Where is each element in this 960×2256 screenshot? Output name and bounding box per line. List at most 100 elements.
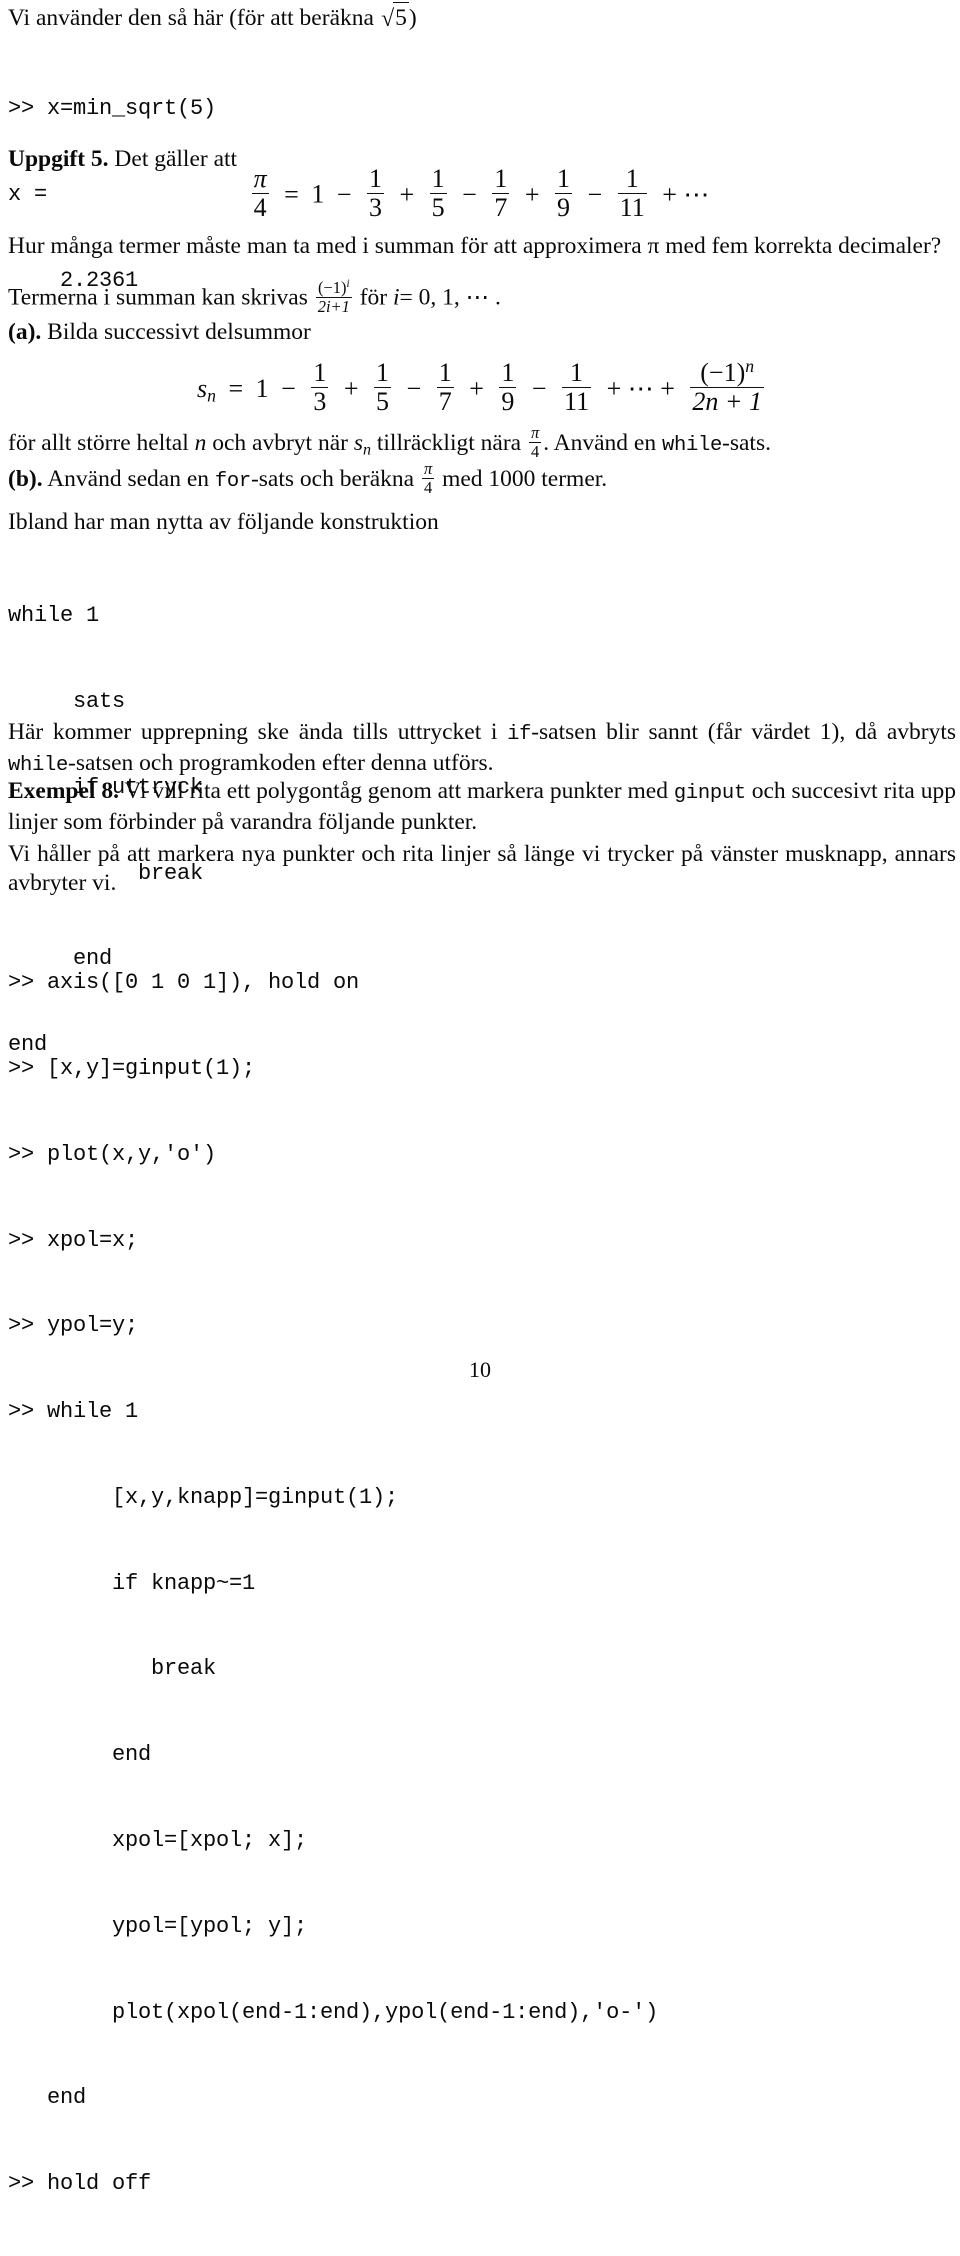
equation-partial-sum: sn = 1 − 13 + 15 − 17 + 19 − 1 11 + ⋯ + (… <box>8 356 956 417</box>
fraction-general-term: (−1)i 2i+1 <box>315 278 352 316</box>
code-line: break <box>8 1656 217 1682</box>
example-label: Exempel 8. <box>8 778 119 804</box>
exercise-question: Hur många termer måste man ta med i summ… <box>8 233 942 259</box>
term-operator: + <box>469 373 484 403</box>
example-paragraph-1: Exempel 8. Vi vill rita ett polygontåg g… <box>8 777 956 837</box>
code-keyword-ginput: ginput <box>673 782 746 805</box>
console-line: >> x=min_sqrt(5) <box>8 96 217 122</box>
code-line: while 1 <box>8 603 100 629</box>
code-line: >> xpol=x; <box>8 1227 139 1253</box>
part-b-text-1: Använd sedan en <box>47 465 215 492</box>
fraction-pi-4-inline: π4 <box>528 424 542 461</box>
code-line: xpol=[xpol; x]; <box>8 1828 308 1853</box>
fraction-term: 15 <box>429 164 447 223</box>
code-line: plot(xpol(end-1:end),ypol(end-1:end),'o-… <box>8 1999 659 2025</box>
construction-intro: Ibland har man nytta av följande konstru… <box>8 509 439 535</box>
page-number: 10 <box>469 1357 491 1382</box>
fraction-numerator: 1 <box>376 358 390 388</box>
part-b-text-3: med 1000 termer. <box>436 465 608 492</box>
variable-n: n <box>194 429 207 456</box>
fraction-denominator: 5 <box>429 193 447 223</box>
fraction-denominator: 5 <box>374 387 392 417</box>
part-b-label: (b). <box>8 465 43 492</box>
code-line: sats <box>8 688 126 714</box>
equation-pi-over-4: π 4 = 1 − 13 + 15 − 17 + 19 − 1 11 + ⋯ <box>8 164 956 223</box>
document-page: Vi använder den så här (för att beräkna … <box>0 0 960 2196</box>
fraction-numerator: 1 <box>557 164 570 193</box>
term-operator: − <box>531 373 547 403</box>
fraction-numerator: (−1)n <box>690 356 764 388</box>
intro-close-paren: ) <box>408 5 417 31</box>
term-operator: − <box>336 179 352 209</box>
code-block-matlab-session: >> axis([0 1 0 1]), hold on >> [x,y]=gin… <box>8 912 956 2256</box>
part-b-line: (b). Använd sedan en for-sats och beräkn… <box>8 460 956 497</box>
sequence-subscript: n <box>207 385 216 406</box>
terms-description-line: Termerna i summan kan skrivas (−1)i 2i+1 … <box>8 278 956 315</box>
variable-s: s <box>353 429 364 456</box>
part-a-text: Bilda successivt delsummor <box>47 319 311 345</box>
first-term: 1 <box>311 179 325 209</box>
fraction-denominator: 9 <box>499 387 517 417</box>
code-line: [x,y,knapp]=ginput(1); <box>8 1484 399 1510</box>
continuation-text-2: och avbryt när <box>206 429 354 456</box>
fraction-denominator: 11 <box>562 387 592 417</box>
intro-line: Vi använder den så här (för att beräkna … <box>8 2 956 34</box>
part-a-line: (a). Bilda successivt delsummor <box>8 318 956 347</box>
numerator-exponent: n <box>745 356 755 376</box>
explanation-text-3: -satsen och programkoden efter denna utf… <box>68 750 494 776</box>
fraction-denominator: 11 <box>617 193 647 223</box>
fraction-denominator: 4 <box>528 441 542 461</box>
numerator-base: (−1) <box>700 358 746 388</box>
code-line: >> [x,y]=ginput(1); <box>8 1055 256 1081</box>
fraction-general-tail: (−1)n 2n + 1 <box>690 356 764 416</box>
fraction-term: 19 <box>555 164 572 223</box>
equation-tail-operator: + ⋯ + <box>606 373 675 403</box>
fraction-denominator: 3 <box>366 193 384 223</box>
fraction-denominator: 2i+1 <box>315 296 352 316</box>
terms-pre-text: Termerna i summan kan skrivas <box>8 284 314 311</box>
fraction-numerator: (−1)i <box>316 278 352 297</box>
fraction-numerator: 1 <box>431 164 445 193</box>
fraction-pi-4: π 4 <box>251 164 269 222</box>
fraction-denominator: 9 <box>555 193 572 223</box>
fraction-numerator: 1 <box>494 164 508 193</box>
code-line: >> ypol=y; <box>8 1313 139 1339</box>
numerator-exponent: i <box>346 278 350 290</box>
fraction-term: 19 <box>499 358 517 417</box>
explanation-text-2: -satsen blir sannt (får värdet 1), då av… <box>531 719 957 745</box>
fraction-denominator: 4 <box>421 477 435 497</box>
fraction-numerator: 1 <box>570 358 584 388</box>
index-values: = 0, 1, ⋯ . <box>399 284 501 311</box>
fraction-term: 13 <box>366 164 384 223</box>
intro-text: Vi använder den så här (för att beräkna <box>8 5 380 31</box>
equation-tail: + ⋯ <box>662 179 710 209</box>
equals-sign: = <box>284 179 299 209</box>
code-line: end <box>8 2085 87 2111</box>
fraction-denominator: 4 <box>251 193 269 222</box>
explanation-text-1: Här kommer upprepning ske ända tills utt… <box>8 719 508 745</box>
fraction-denominator: 7 <box>436 387 454 417</box>
code-line: >> hold off <box>8 2171 152 2197</box>
part-a-continuation: för allt större heltal n och avbryt när … <box>8 424 956 464</box>
fraction-numerator: 1 <box>625 164 639 193</box>
part-a-label: (a). <box>8 319 42 345</box>
fraction-denominator: 2n + 1 <box>690 387 764 416</box>
variable-s-subscript: n <box>363 441 371 459</box>
code-line: >> plot(x,y,'o') <box>8 1141 217 1167</box>
fraction-numerator: 1 <box>501 358 515 388</box>
part-b-text-2: -sats och beräkna <box>250 465 420 492</box>
fraction-term: 15 <box>374 358 392 417</box>
code-line: if knapp~=1 <box>8 1570 256 1596</box>
denominator-expression: 2n + 1 <box>692 387 762 417</box>
code-keyword-while: while <box>662 433 723 457</box>
sequence-symbol: s <box>197 373 208 403</box>
fraction-term: 1 11 <box>617 164 647 223</box>
term-operator: + <box>343 373 359 403</box>
construction-explanation: Här kommer upprepning ske ända tills utt… <box>8 718 956 780</box>
continuation-text-4: . Använd en <box>543 429 662 456</box>
example-text-1: Vi vill rita ett polygontåg genom att ma… <box>124 778 674 804</box>
code-keyword-if: if <box>507 723 532 746</box>
fraction-numerator: π <box>253 164 267 193</box>
fraction-term: 13 <box>311 359 329 416</box>
example-paragraph-2: Vi håller på att markera nya punkter och… <box>8 841 956 896</box>
